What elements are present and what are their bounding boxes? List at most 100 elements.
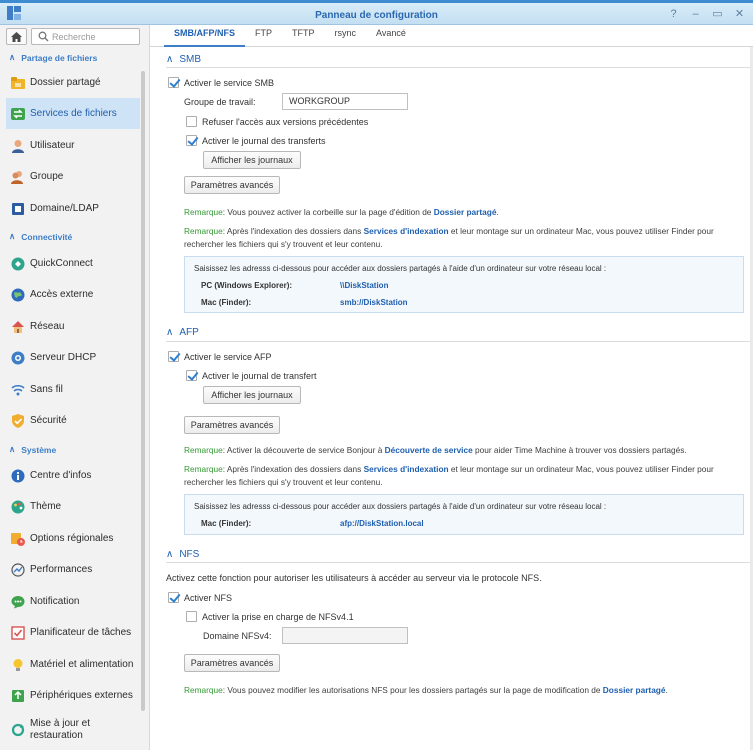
afp-show-logs-button[interactable]: Afficher les journaux bbox=[203, 386, 301, 404]
nfsv41-checkbox[interactable]: Activer la prise en charge de NFSv4.1 bbox=[186, 611, 354, 622]
shield-icon bbox=[11, 413, 25, 428]
search-box[interactable] bbox=[31, 28, 140, 45]
sidebar-item-update-restore[interactable]: Mise à jour et restauration bbox=[6, 713, 140, 747]
smb-transfer-log-checkbox[interactable]: Activer le journal des transferts bbox=[186, 135, 326, 146]
checkbox-unchecked[interactable] bbox=[186, 116, 197, 127]
checkbox-checked[interactable] bbox=[186, 135, 197, 146]
smb-advanced-settings-button[interactable]: Paramètres avancés bbox=[184, 176, 280, 194]
info-icon bbox=[11, 469, 25, 483]
divider bbox=[166, 562, 753, 563]
sidebar-item-network[interactable]: Réseau bbox=[6, 311, 140, 342]
chat-bubble-icon bbox=[11, 595, 25, 609]
tab-bar: SMB/AFP/NFS FTP TFTP rsync Avancé bbox=[150, 25, 753, 47]
file-services-icon bbox=[11, 107, 25, 121]
workgroup-input[interactable]: WORKGROUP bbox=[282, 93, 408, 110]
checkbox-checked[interactable] bbox=[168, 77, 179, 88]
close-icon[interactable]: ✕ bbox=[734, 8, 745, 20]
enable-afp-checkbox[interactable]: Activer le service AFP bbox=[168, 351, 272, 362]
maximize-icon[interactable]: ▭ bbox=[712, 8, 723, 20]
sidebar-item-task-scheduler[interactable]: Planificateur de tâches bbox=[6, 617, 140, 648]
sidebar-item-performance[interactable]: Performances bbox=[6, 554, 140, 585]
tab-ftp[interactable]: FTP bbox=[245, 25, 282, 47]
afp-transfer-log-checkbox[interactable]: Activer le journal de transfert bbox=[186, 370, 317, 381]
chevron-up-icon: ∧ bbox=[166, 549, 174, 560]
afp-note-bonjour: Remarque: Activer la découverte de servi… bbox=[184, 445, 687, 455]
smb-mac-address: smb://DiskStation bbox=[340, 298, 408, 307]
tab-smb-afp-nfs[interactable]: SMB/AFP/NFS bbox=[164, 25, 246, 47]
nfs-advanced-settings-button[interactable]: Paramètres avancés bbox=[184, 654, 280, 672]
checkbox-checked[interactable] bbox=[186, 370, 197, 381]
sidebar-item-external-access[interactable]: Accès externe bbox=[6, 279, 140, 310]
sidebar-item-file-services[interactable]: Services de fichiers bbox=[6, 98, 140, 129]
tab-tftp[interactable]: TFTP bbox=[282, 25, 325, 47]
sidebar-item-user[interactable]: Utilisateur bbox=[6, 130, 140, 161]
checkbox-checked[interactable] bbox=[168, 351, 179, 362]
afp-advanced-settings-button[interactable]: Paramètres avancés bbox=[184, 416, 280, 434]
dhcp-server-icon bbox=[11, 351, 25, 365]
sidebar-item-domain-ldap[interactable]: Domaine/LDAP bbox=[6, 193, 140, 224]
globe-icon bbox=[11, 288, 25, 302]
sidebar-item-theme[interactable]: Thème bbox=[6, 491, 140, 522]
sidebar-item-security[interactable]: Sécurité bbox=[6, 405, 140, 436]
nfs-description: Activez cette fonction pour autoriser le… bbox=[166, 573, 542, 583]
afp-address-info-box: Saisissez les adresss ci-dessous pour ac… bbox=[184, 494, 744, 535]
chevron-up-icon: ∧ bbox=[166, 327, 174, 338]
workgroup-label: Groupe de travail: bbox=[184, 97, 256, 107]
sidebar-item-shared-folder[interactable]: Dossier partagé bbox=[6, 67, 140, 98]
smb-note-indexing: Remarque: Après l'indexation des dossier… bbox=[184, 226, 714, 249]
chevron-up-icon: ∧ bbox=[166, 54, 174, 65]
section-connectivity[interactable]: ∧ Connectivité bbox=[9, 231, 72, 242]
tab-rsync[interactable]: rsync bbox=[325, 25, 367, 47]
chevron-up-icon: ∧ bbox=[9, 52, 16, 62]
smb-address-info-box: Saisissez les adresss ci-dessous pour ac… bbox=[184, 256, 744, 313]
sidebar-item-group[interactable]: Groupe bbox=[6, 161, 140, 192]
external-device-icon bbox=[11, 689, 25, 703]
minimize-icon[interactable]: – bbox=[690, 8, 701, 20]
wifi-icon bbox=[11, 383, 25, 397]
shared-folder-link[interactable]: Dossier partagé bbox=[434, 207, 497, 217]
window-title: Panneau de configuration bbox=[315, 10, 438, 21]
deny-previous-versions-checkbox[interactable]: Refuser l'accès aux versions précédentes bbox=[186, 116, 368, 127]
search-icon bbox=[38, 31, 49, 42]
nfs-domain-label: Domaine NFSv4: bbox=[203, 631, 272, 641]
home-button[interactable] bbox=[6, 28, 27, 45]
sidebar-item-regional-options[interactable]: Options régionales bbox=[6, 523, 140, 554]
afp-section-header[interactable]: ∧ AFP bbox=[166, 327, 199, 338]
indexing-service-link[interactable]: Services d'indexation bbox=[364, 464, 449, 474]
section-file-sharing[interactable]: ∧ Partage de fichiers bbox=[9, 52, 97, 63]
enable-nfs-checkbox[interactable]: Activer NFS bbox=[168, 592, 232, 603]
folder-icon bbox=[11, 76, 25, 90]
chevron-up-icon: ∧ bbox=[9, 444, 16, 454]
calendar-clock-icon bbox=[11, 532, 25, 546]
shared-folder-link[interactable]: Dossier partagé bbox=[603, 685, 666, 695]
checkbox-checked[interactable] bbox=[168, 592, 179, 603]
sidebar-item-external-devices[interactable]: Périphériques externes bbox=[6, 680, 140, 711]
sidebar-scrollbar[interactable] bbox=[141, 71, 145, 711]
network-house-icon bbox=[11, 320, 25, 334]
refresh-icon bbox=[11, 723, 25, 737]
nfs-domain-input[interactable] bbox=[282, 627, 408, 644]
lightbulb-icon bbox=[11, 658, 25, 672]
search-input[interactable] bbox=[52, 29, 137, 44]
nfs-section-header[interactable]: ∧ NFS bbox=[166, 549, 199, 560]
service-discovery-link[interactable]: Découverte de service bbox=[385, 445, 473, 455]
checkbox-unchecked[interactable] bbox=[186, 611, 197, 622]
tab-advanced[interactable]: Avancé bbox=[366, 25, 416, 47]
divider bbox=[166, 341, 753, 342]
smb-section-header[interactable]: ∧ SMB bbox=[166, 54, 201, 65]
sidebar-item-info-center[interactable]: Centre d'infos bbox=[6, 460, 140, 491]
enable-smb-checkbox[interactable]: Activer le service SMB bbox=[168, 77, 274, 88]
help-icon[interactable]: ? bbox=[668, 8, 679, 20]
sidebar-item-hardware-power[interactable]: Matériel et alimentation bbox=[6, 649, 140, 680]
sidebar-item-dhcp-server[interactable]: Serveur DHCP bbox=[6, 342, 140, 373]
group-icon bbox=[11, 170, 25, 184]
sidebar-item-notification[interactable]: Notification bbox=[6, 586, 140, 617]
sidebar-item-quickconnect[interactable]: QuickConnect bbox=[6, 248, 140, 279]
sidebar-item-wireless[interactable]: Sans fil bbox=[6, 374, 140, 405]
divider bbox=[166, 67, 753, 68]
indexing-service-link[interactable]: Services d'indexation bbox=[364, 226, 449, 236]
smb-show-logs-button[interactable]: Afficher les journaux bbox=[203, 151, 301, 169]
section-system[interactable]: ∧ Système bbox=[9, 444, 56, 455]
chevron-up-icon: ∧ bbox=[9, 231, 16, 241]
smb-windows-address: \\DiskStation bbox=[340, 281, 389, 290]
